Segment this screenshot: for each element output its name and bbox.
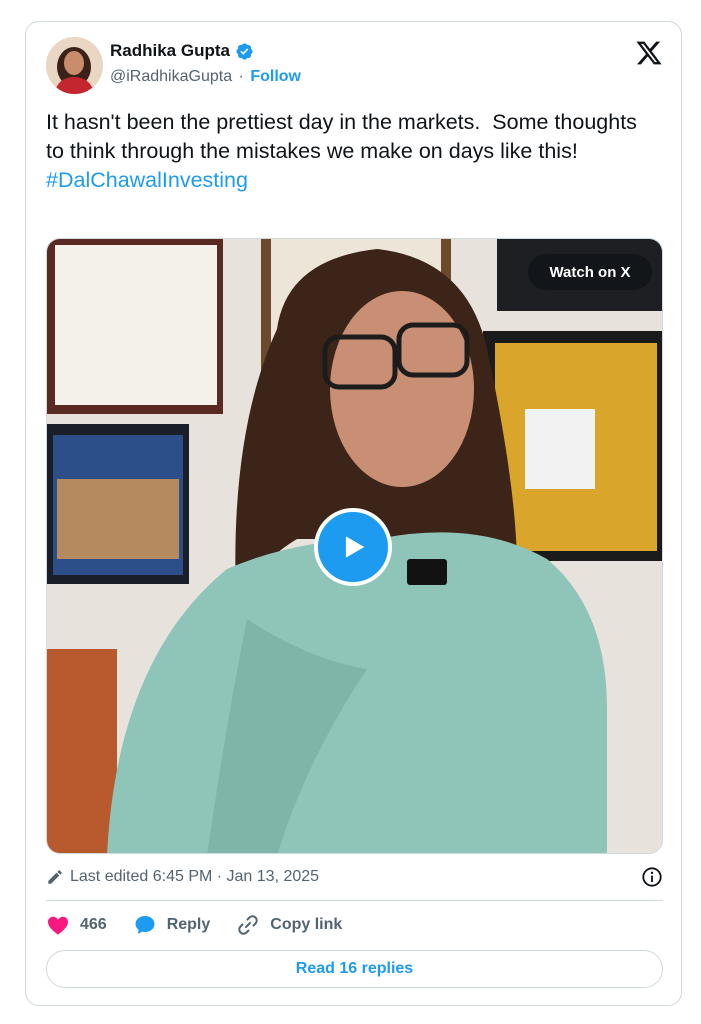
- reply-label: Reply: [166, 916, 211, 933]
- heart-icon: [48, 916, 68, 935]
- last-edited-timestamp[interactable]: Last edited 6:45 PM · Jan 13, 2025: [70, 868, 319, 886]
- tweet-text: It hasn't been the prettiest day in the …: [46, 108, 656, 195]
- separator-dot: ·: [238, 68, 244, 85]
- video-player[interactable]: Watch on X: [46, 238, 663, 854]
- follow-button[interactable]: Follow: [250, 68, 301, 85]
- play-icon: [345, 536, 365, 558]
- reply-bubble-icon: [135, 916, 155, 934]
- divider: [46, 900, 663, 901]
- x-logo-icon[interactable]: [635, 39, 663, 67]
- watch-on-x-button[interactable]: Watch on X: [528, 254, 652, 290]
- edit-pencil-icon: [48, 870, 62, 884]
- tweet-meta: Last edited 6:45 PM · Jan 13, 2025: [46, 865, 663, 889]
- link-icon: [238, 915, 259, 935]
- copy-link-button[interactable]: Copy link: [236, 913, 342, 937]
- verified-badge-icon: [236, 42, 253, 60]
- tweet-card: Radhika Gupta @iRadhikaGupta · Follow It…: [25, 21, 682, 1006]
- read-replies-button[interactable]: Read 16 replies: [46, 950, 663, 988]
- play-button[interactable]: [314, 508, 392, 586]
- copy-link-label: Copy link: [270, 916, 343, 933]
- like-button[interactable]: 466: [46, 913, 107, 937]
- author-name[interactable]: Radhika Gupta: [110, 41, 230, 61]
- tweet-body: It hasn't been the prettiest day in the …: [46, 110, 643, 163]
- reply-button[interactable]: Reply: [133, 913, 211, 937]
- info-icon[interactable]: [641, 866, 663, 888]
- like-count: 466: [80, 916, 107, 933]
- author-handle[interactable]: @iRadhikaGupta: [110, 68, 232, 85]
- hashtag-link[interactable]: #DalChawalInvesting: [46, 168, 248, 192]
- avatar[interactable]: [46, 37, 103, 94]
- action-bar: 466 Reply Copy link: [46, 912, 368, 938]
